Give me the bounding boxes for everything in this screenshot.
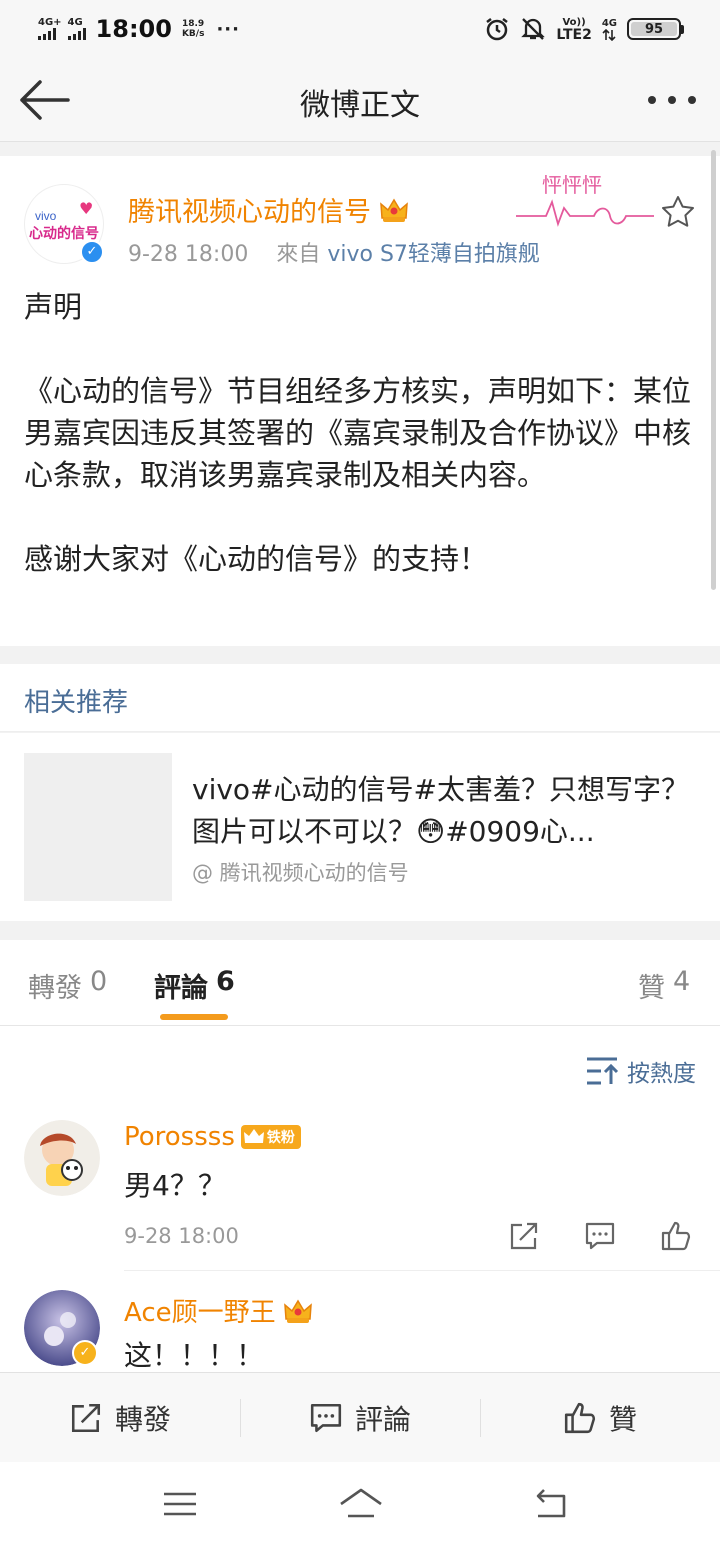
- network-speed-unit: KB/s: [181, 29, 205, 39]
- sort-by-hot-button[interactable]: 按熱度: [585, 1054, 696, 1088]
- commenter-name[interactable]: Ace顾一野王: [124, 1292, 276, 1329]
- post-paragraph-spacer: [24, 328, 700, 370]
- battery-level: 95: [631, 22, 677, 37]
- post-time: 9-28 18:00: [128, 242, 249, 267]
- scrollbar[interactable]: [711, 150, 716, 590]
- heart-icon: ♥: [79, 199, 94, 218]
- sort-label: 按熱度: [627, 1061, 696, 1087]
- post-body: 声明 《心动的信号》节目组经多方核实，声明如下：某位男嘉宾因违反其签署的《嘉宾录…: [24, 286, 700, 580]
- tab-comments[interactable]: 評論 6: [154, 966, 235, 1005]
- post-paragraph: 《心动的信号》节目组经多方核实，声明如下：某位男嘉宾因违反其签署的《嘉宾录制及合…: [24, 374, 692, 492]
- lte2-label: LTE2: [556, 26, 592, 43]
- weibo-post: vivo 心动的信号 ♥ ✓ 腾讯视频心动的信号 9-28 18:00 來自 v…: [0, 156, 720, 646]
- mute-bell-icon: [521, 18, 546, 40]
- data-arrows-icon: [602, 28, 616, 41]
- post-paragraph-spacer: [24, 496, 700, 538]
- more-notifications-icon: ···: [216, 18, 240, 40]
- clock: 18:00: [95, 15, 172, 43]
- related-heading: 相关推荐: [24, 688, 129, 718]
- tab-comments-count: 6: [216, 966, 235, 997]
- comment-like-icon[interactable]: [660, 1220, 692, 1252]
- back-icon[interactable]: [530, 1484, 570, 1524]
- comment-button[interactable]: 評論: [240, 1373, 480, 1462]
- more-options-icon[interactable]: [648, 88, 696, 112]
- post-paragraph: 感谢大家对《心动的信号》的支持！: [24, 542, 489, 576]
- tab-comments-label: 評論: [154, 973, 208, 1004]
- sim2-network-label: 4G: [67, 17, 83, 28]
- related-section-header: 相关推荐: [0, 664, 720, 732]
- post-meta: 9-28 18:00 來自 vivo S7轻薄自拍旗舰: [128, 236, 540, 268]
- vip-crown-icon: [283, 1299, 312, 1323]
- post-action-bar: 轉發 評論 贊: [0, 1372, 720, 1462]
- like-icon: [564, 1402, 596, 1433]
- crown-icon: [243, 1129, 264, 1143]
- vip-crown-icon: [380, 198, 408, 222]
- comment-icon: [310, 1403, 342, 1432]
- like-label: 贊: [608, 1402, 637, 1436]
- comment-reply-icon[interactable]: [584, 1220, 616, 1252]
- top-nav-bar: 微博正文: [0, 58, 720, 142]
- volte-label: Vo)): [562, 16, 586, 28]
- comment-list: 按熱度 Porossss 铁粉 男4？？ 9-28 18:00 Ace顾一野王: [0, 1026, 720, 1372]
- page-title: 微博正文: [300, 88, 420, 123]
- post-source[interactable]: vivo S7轻薄自拍旗舰: [327, 242, 540, 267]
- commenter-name-row: Ace顾一野王: [124, 1292, 314, 1329]
- alarm-icon: [486, 18, 509, 41]
- system-nav-bar: [0, 1462, 720, 1544]
- post-author-row[interactable]: 腾讯视频心动的信号: [128, 190, 409, 229]
- related-source: @ 腾讯视频心动的信号: [192, 861, 409, 885]
- post-paragraph: 声明: [24, 290, 83, 324]
- signal-sim1-icon: 4G+: [38, 18, 62, 40]
- active-tab-indicator: [160, 1014, 228, 1020]
- comment-divider: [124, 1270, 720, 1271]
- tab-likes[interactable]: 贊 4: [638, 966, 690, 1005]
- related-title[interactable]: vivo#心动的信号#太害羞？只想写字？图片可以不可以？😳#0909心...: [192, 769, 702, 853]
- comment-time: 9-28 18:00: [124, 1224, 239, 1248]
- post-author-name[interactable]: 腾讯视频心动的信号: [128, 190, 371, 229]
- repost-button[interactable]: 轉發: [0, 1373, 240, 1462]
- repost-icon: [71, 1403, 101, 1432]
- sort-icon: [587, 1057, 619, 1085]
- menu-icon[interactable]: [160, 1484, 200, 1524]
- post-source-prefix: 來自: [276, 242, 321, 267]
- related-thumbnail[interactable]: [24, 753, 172, 901]
- network-speed: 18.9 KB/s: [182, 19, 204, 39]
- tab-likes-label: 贊: [638, 973, 665, 1004]
- verified-badge-icon: ✓: [72, 1340, 98, 1366]
- commenter-name-row: Porossss 铁粉: [124, 1122, 301, 1152]
- sticker-text: 怦怦怦: [542, 173, 602, 197]
- verified-badge-icon: ✓: [80, 240, 104, 264]
- related-item[interactable]: vivo#心动的信号#太害羞？只想写字？图片可以不可以？😳#0909心... @…: [0, 733, 720, 921]
- heartbeat-sticker: 怦怦怦: [516, 173, 654, 227]
- commenter-name[interactable]: Porossss: [124, 1122, 235, 1152]
- fan-badge-label: 铁粉: [266, 1130, 295, 1146]
- status-bar: 4G+ 4G 18:00 18.9 KB/s ··· Vo)) LTE2 4G …: [0, 0, 720, 58]
- home-icon[interactable]: [338, 1484, 384, 1524]
- tab-repost[interactable]: 轉發 0: [28, 966, 107, 1005]
- battery-icon: 95: [627, 18, 684, 40]
- tab-likes-count: 4: [673, 966, 691, 997]
- tab-repost-count: 0: [90, 966, 108, 997]
- repost-label: 轉發: [114, 1402, 171, 1436]
- comment-repost-icon[interactable]: [508, 1220, 540, 1252]
- favorite-star-icon[interactable]: [660, 194, 696, 230]
- interaction-tabs: 轉發 0 評論 6 贊 4: [0, 940, 720, 1026]
- commenter-avatar[interactable]: [24, 1120, 100, 1196]
- avatar-brand-text: vivo: [35, 209, 57, 223]
- tab-repost-label: 轉發: [28, 973, 82, 1004]
- comment-label: 評論: [354, 1402, 411, 1436]
- like-button[interactable]: 贊: [480, 1373, 720, 1462]
- sim1-network-label: 4G+: [38, 17, 62, 28]
- comment-actions: [508, 1220, 692, 1252]
- network-speed-value: 18.9: [181, 19, 205, 29]
- data-4g-indicator: 4G: [602, 18, 617, 41]
- iron-fan-badge: 铁粉: [240, 1125, 301, 1149]
- 4g-label: 4G: [601, 17, 617, 29]
- signal-sim2-icon: 4G: [67, 17, 86, 40]
- comment-text: 男4？？: [124, 1169, 226, 1202]
- comment-text: 这！！！！: [124, 1339, 265, 1372]
- volte-indicator: Vo)) LTE2: [556, 17, 591, 42]
